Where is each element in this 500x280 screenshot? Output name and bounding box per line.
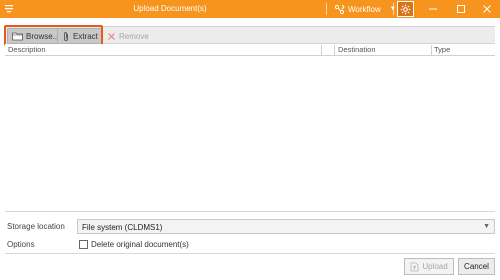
minimize-icon xyxy=(429,8,437,10)
workflow-menu[interactable]: Workflow ▼ xyxy=(334,1,396,17)
remove-button[interactable]: Remove xyxy=(103,28,153,44)
remove-label: Remove xyxy=(119,31,149,41)
column-destination[interactable]: Destination xyxy=(338,45,376,54)
storage-location-select[interactable]: File system (CLDMS1) ▼ xyxy=(77,219,495,234)
upload-button[interactable]: Upload xyxy=(404,258,454,275)
cancel-button[interactable]: Cancel xyxy=(458,258,495,275)
title-separator xyxy=(393,3,394,15)
minimize-button[interactable] xyxy=(424,1,442,17)
upload-icon xyxy=(410,262,419,271)
chevron-down-icon: ▼ xyxy=(483,223,490,230)
workflow-icon xyxy=(334,4,345,14)
window-title: Upload Document(s) xyxy=(133,4,207,13)
maximize-icon xyxy=(457,5,465,13)
toolbar-highlight xyxy=(4,25,103,46)
settings-button[interactable] xyxy=(397,1,414,17)
remove-icon xyxy=(108,32,115,40)
close-button[interactable] xyxy=(478,1,496,17)
column-type[interactable]: Type xyxy=(434,45,450,54)
delete-original-checkbox[interactable] xyxy=(79,240,88,249)
column-description[interactable]: Description xyxy=(8,45,46,54)
cancel-label: Cancel xyxy=(464,262,489,271)
column-separator[interactable] xyxy=(321,45,322,55)
close-icon xyxy=(483,5,491,13)
storage-location-value: File system (CLDMS1) xyxy=(82,223,163,232)
maximize-button[interactable] xyxy=(452,1,470,17)
column-separator[interactable] xyxy=(431,45,432,55)
grid-header: Description Destination Type xyxy=(5,44,495,56)
title-separator xyxy=(326,3,327,15)
column-separator[interactable] xyxy=(334,45,335,55)
upload-label: Upload xyxy=(422,262,448,271)
options-label: Options xyxy=(7,240,35,249)
divider xyxy=(5,253,495,254)
document-list[interactable] xyxy=(5,57,495,210)
title-bar: Upload Document(s) Workflow ▼ xyxy=(0,0,500,18)
divider xyxy=(5,211,495,212)
delete-original-label[interactable]: Delete original document(s) xyxy=(91,240,189,249)
workflow-label: Workflow xyxy=(348,4,381,14)
storage-location-label: Storage location xyxy=(7,222,65,231)
gear-icon xyxy=(400,4,411,14)
